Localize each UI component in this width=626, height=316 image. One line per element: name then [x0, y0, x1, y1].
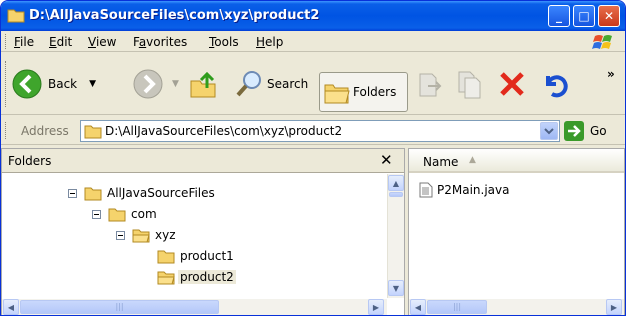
scroll-left-button[interactable]: ◀ — [410, 299, 426, 315]
scroll-up-button[interactable]: ▲ — [388, 175, 404, 191]
copy-to-button[interactable] — [456, 64, 484, 104]
move-to-icon — [419, 73, 442, 97]
close-folders-pane-icon[interactable]: ✕ — [380, 151, 393, 169]
horizontal-scroll-thumb[interactable]: ||| — [20, 300, 219, 314]
folders-label: Folders — [353, 85, 397, 99]
menu-favorites[interactable]: Favorites — [133, 35, 187, 49]
back-label: Back — [48, 77, 78, 91]
tree-item-label: com — [131, 207, 157, 221]
forward-dropdown-icon[interactable]: ▼ — [172, 79, 179, 89]
menu-help[interactable]: Help — [256, 35, 283, 49]
tree-item-com[interactable]: com — [92, 205, 157, 223]
window-title: D:\AllJavaSourceFiles\com\xyz\product2 — [29, 8, 320, 23]
menu-tools[interactable]: Tools — [209, 35, 239, 49]
collapse-icon[interactable] — [92, 209, 101, 219]
tree-item-product2[interactable]: product2 — [157, 268, 236, 286]
folder-open-icon — [157, 271, 175, 285]
tree-item-alljavasourcefiles[interactable]: AllJavaSourceFiles — [68, 184, 215, 202]
forward-arrow-icon — [133, 69, 163, 99]
tree-item-label: product2 — [178, 270, 236, 284]
tree-item-product1[interactable]: product1 — [157, 247, 234, 265]
address-value: D:\AllJavaSourceFiles\com\xyz\product2 — [105, 124, 343, 138]
explorer-window: D:\AllJavaSourceFiles\com\xyz\product2 _… — [0, 0, 626, 316]
folder-icon — [84, 187, 102, 201]
tree-item-label: product1 — [180, 249, 234, 263]
menu-bar: File Edit View Favorites Tools Help — [1, 31, 625, 52]
forward-button[interactable]: ▼ — [132, 64, 179, 104]
file-name: P2Main.java — [437, 183, 510, 197]
search-button[interactable]: Search — [234, 64, 308, 104]
copy-to-icon — [458, 71, 481, 99]
address-bar: Address D:\AllJavaSourceFiles\com\xyz\pr… — [1, 116, 625, 145]
go-label: Go — [590, 124, 607, 138]
folders-button[interactable]: Folders — [319, 72, 408, 112]
undo-button[interactable] — [538, 64, 568, 104]
folders-pane: Folders ✕ AllJavaSourceFiles com xyz pro… — [1, 148, 405, 315]
scroll-down-button[interactable]: ▼ — [388, 280, 404, 296]
address-folder-icon — [84, 125, 102, 139]
text-file-icon — [419, 182, 433, 198]
folders-pane-title: Folders — [8, 154, 52, 168]
address-label: Address — [21, 124, 69, 138]
files-horizontal-scrollbar[interactable]: ◀ ||| ▶ — [409, 299, 624, 315]
go-button[interactable]: Go — [564, 120, 607, 142]
minimize-icon: _ — [556, 9, 562, 23]
menu-edit[interactable]: Edit — [49, 35, 72, 49]
folder-icon — [157, 250, 175, 264]
close-button[interactable]: ✕ — [598, 5, 620, 27]
delete-button[interactable] — [498, 64, 526, 104]
go-arrow-icon — [564, 121, 584, 141]
windows-logo-icon — [592, 35, 612, 49]
back-arrow-icon — [12, 69, 42, 99]
folders-pane-header: Folders ✕ — [2, 149, 404, 173]
search-label: Search — [267, 77, 309, 91]
standard-toolbar: Back ▼ ▼ Search Folders » — [1, 53, 625, 115]
name-column-header[interactable]: Name ▲ — [409, 149, 624, 173]
folder-open-icon — [132, 229, 150, 243]
undo-icon — [546, 75, 568, 98]
scroll-right-button[interactable]: ▶ — [368, 299, 384, 315]
title-bar[interactable]: D:\AllJavaSourceFiles\com\xyz\product2 _… — [1, 1, 625, 31]
back-dropdown-icon[interactable]: ▼ — [89, 79, 96, 89]
folder-icon — [108, 208, 126, 222]
tree-item-label: AllJavaSourceFiles — [107, 186, 215, 200]
scroll-right-button[interactable]: ▶ — [606, 299, 622, 315]
close-icon: ✕ — [603, 9, 615, 23]
back-button[interactable]: Back ▼ — [11, 64, 96, 104]
maximize-button[interactable]: □ — [573, 5, 595, 27]
collapse-icon[interactable] — [116, 230, 125, 240]
tree-item-xyz[interactable]: xyz — [116, 226, 176, 244]
chevron-down-icon — [544, 128, 554, 135]
folders-icon — [324, 84, 350, 104]
move-to-button[interactable] — [416, 64, 444, 104]
menu-grip — [5, 34, 7, 49]
folders-horizontal-scrollbar[interactable]: ◀ ||| ▶ — [2, 299, 387, 315]
menu-file[interactable]: File — [14, 35, 34, 49]
toolbar-overflow-button[interactable]: » — [607, 67, 615, 81]
address-dropdown-button[interactable] — [540, 122, 558, 140]
address-grip — [5, 122, 7, 139]
search-icon — [236, 71, 261, 97]
menu-view[interactable]: View — [88, 35, 116, 49]
toolbar-grip — [5, 61, 7, 107]
sort-ascending-icon: ▲ — [469, 155, 476, 165]
delete-icon — [500, 72, 524, 96]
vertical-scroll-thumb[interactable] — [389, 192, 403, 197]
tree-item-label: xyz — [155, 228, 176, 242]
up-folder-button[interactable] — [188, 64, 218, 104]
maximize-icon: □ — [578, 9, 590, 23]
address-input[interactable]: D:\AllJavaSourceFiles\com\xyz\product2 — [80, 120, 560, 142]
folder-icon — [7, 9, 25, 23]
file-item[interactable]: P2Main.java — [419, 182, 509, 198]
files-pane: Name ▲ P2Main.java ◀ ||| ▶ — [408, 148, 625, 315]
up-folder-icon — [190, 71, 216, 98]
minimize-button[interactable]: _ — [548, 5, 570, 27]
collapse-icon[interactable] — [68, 188, 77, 198]
folders-vertical-scrollbar[interactable]: ▲ ▼ — [387, 174, 404, 298]
horizontal-scroll-thumb[interactable]: ||| — [427, 300, 487, 314]
scroll-left-button[interactable]: ◀ — [3, 299, 19, 315]
name-column-label: Name — [423, 155, 459, 169]
